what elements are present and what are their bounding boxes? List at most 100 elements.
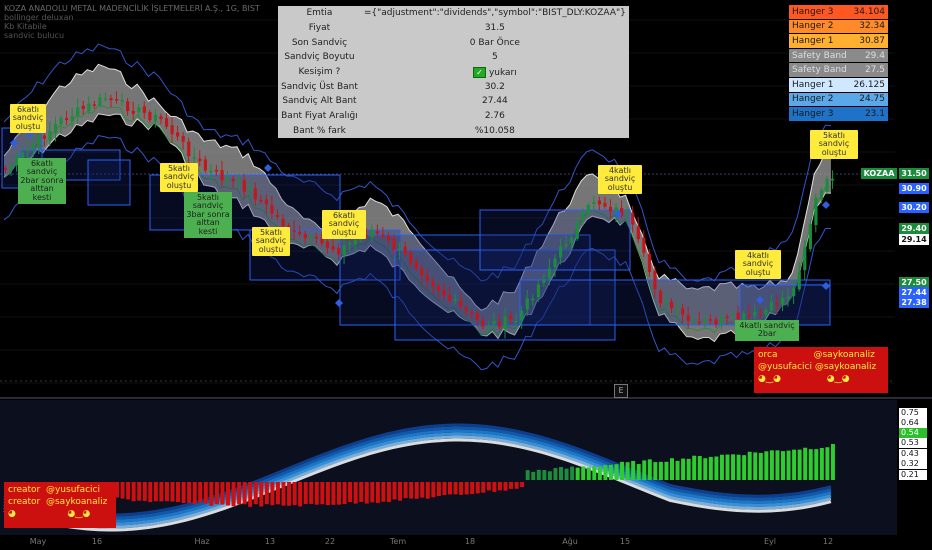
candle-body: [220, 170, 224, 181]
osc-histogram-bar: [747, 451, 752, 480]
osc-histogram-bar: [475, 482, 480, 494]
break-note: 6katlı sandviç 2bar sonra alttan kesti: [18, 158, 66, 205]
candle-body: [103, 98, 108, 101]
candle-body: [53, 124, 58, 133]
osc-histogram-bar: [153, 482, 158, 502]
candle-body: [797, 271, 801, 290]
row-key: Emtia: [306, 8, 333, 19]
candle-body: [703, 320, 707, 323]
table-row: Kesişim ? ✓ yukarı: [278, 65, 629, 80]
osc-histogram-bar: [514, 482, 519, 489]
candle-body: [431, 281, 435, 287]
table-row: Son Sandviç 0 Bar Önce: [278, 35, 629, 50]
osc-histogram-bar: [681, 458, 686, 480]
row-key: Sandviç Alt Bant: [282, 96, 357, 107]
candle-body: [392, 238, 396, 250]
osc-histogram-bar: [226, 482, 230, 506]
level-value: 26.125: [850, 77, 888, 93]
candle-body: [148, 112, 152, 121]
candle-body: [203, 159, 207, 171]
osc-histogram-bar: [686, 458, 691, 480]
osc-histogram-bar: [459, 482, 464, 495]
scale-e-button[interactable]: E: [614, 384, 628, 398]
osc-axis-label: 0.64: [899, 418, 927, 428]
candle-body: [275, 214, 280, 218]
credit-handle: @saykoanaliz: [813, 350, 875, 360]
candle-body: [664, 300, 668, 303]
osc-histogram-bar: [658, 461, 663, 480]
candle-body: [781, 297, 785, 305]
candle-body: [348, 242, 352, 245]
candle-body: [758, 313, 762, 316]
osc-histogram-bar: [342, 482, 347, 505]
candle-body: [464, 307, 468, 312]
osc-axis-label: 0.53: [899, 438, 927, 448]
level-name: Hanger 2: [789, 92, 851, 108]
x-axis-tick: Eyl: [764, 537, 776, 546]
candle-body: [814, 197, 818, 226]
level-value: 23.1: [850, 106, 888, 122]
osc-histogram-bar: [214, 482, 219, 505]
candle-body: [375, 231, 380, 234]
candle-body: [625, 211, 629, 215]
osc-histogram-bar: [142, 482, 147, 501]
candle-body: [226, 178, 230, 182]
osc-histogram-bar: [192, 482, 197, 505]
candle-body: [564, 244, 568, 247]
candle-body: [736, 312, 740, 320]
oscillator-panel: [0, 400, 897, 535]
candle-body: [176, 132, 180, 137]
osc-histogram-bar: [270, 482, 275, 506]
candle-body: [520, 310, 524, 321]
candle-body: [647, 253, 651, 273]
osc-histogram-bar: [764, 451, 769, 480]
osc-histogram-bar: [553, 468, 558, 480]
cross-direction: yukarı: [488, 67, 517, 78]
candle-body: [337, 247, 341, 255]
candle-body: [292, 230, 296, 232]
candle-body: [170, 125, 174, 135]
candle-body: [142, 106, 146, 113]
osc-histogram-bar: [381, 482, 386, 502]
candle-body: [697, 321, 701, 324]
osc-histogram-bar: [731, 454, 736, 480]
osc-histogram-bar: [314, 482, 319, 505]
osc-histogram-bar: [264, 482, 269, 505]
x-axis-tick: Haz: [194, 537, 209, 546]
candle-body: [31, 145, 35, 150]
row-value: ✓ yukarı: [361, 65, 629, 80]
credit-label: orca: [758, 350, 778, 360]
row-key: Bant % fark: [293, 125, 346, 136]
candle-body: [792, 288, 796, 297]
candle-body: [42, 135, 47, 139]
osc-histogram-bar: [353, 482, 358, 504]
candle-body: [70, 116, 74, 122]
osc-histogram-bar: [120, 482, 125, 499]
osc-axis-label: 0.43: [899, 449, 927, 459]
sandwich-note: 4katlı sandviç oluştu: [735, 250, 781, 280]
sandwich-note: 4katlı sandviç oluştu: [598, 165, 642, 195]
break-note: 4katlı sandviç 2bar: [735, 320, 799, 341]
candle-body: [570, 237, 574, 244]
candle-body: [381, 234, 385, 237]
candle-body: [747, 314, 751, 317]
osc-histogram-bar: [292, 482, 297, 506]
osc-histogram-bar: [448, 482, 452, 495]
sandwich-info-table: Emtia ={"adjustment":"dividends","symbol"…: [278, 6, 629, 139]
credits-box-bottom: creator @yusufacici creator @saykoanaliz…: [4, 482, 116, 528]
osc-histogram-bar: [692, 455, 697, 480]
candle-body: [825, 179, 829, 192]
osc-axis-label: 0.32: [899, 459, 927, 469]
x-axis-tick: 18: [465, 537, 475, 546]
candle-body: [514, 320, 518, 323]
price-tag: 27.38: [899, 297, 929, 308]
row-key: Bant Fiyat Aralığı: [281, 111, 358, 122]
candle-body: [192, 156, 196, 159]
osc-histogram-bar: [242, 482, 247, 505]
level-row: Hanger 2 24.75: [789, 92, 888, 108]
table-row: Fiyat 31.5: [278, 21, 629, 36]
level-value: 24.75: [850, 92, 888, 108]
osc-histogram-bar: [531, 471, 536, 480]
candle-body: [658, 290, 663, 304]
chart-legend: KOZA ANADOLU METAL MADENCİLİK İŞLETMELER…: [4, 4, 260, 40]
